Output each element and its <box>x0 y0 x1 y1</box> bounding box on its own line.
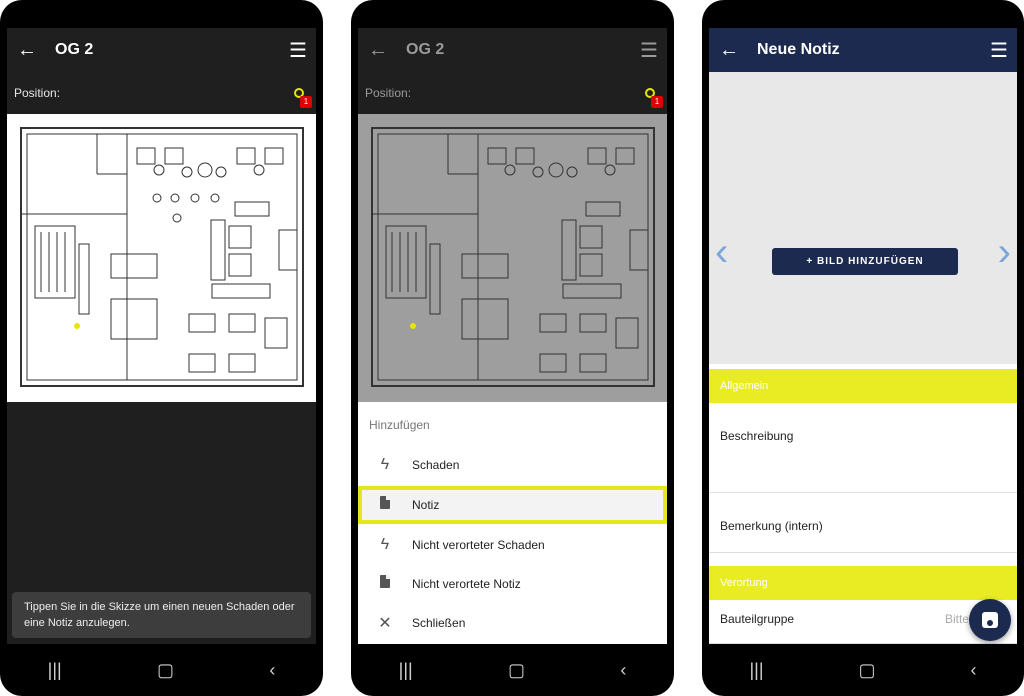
position-marker-icon[interactable]: 1 <box>292 86 312 108</box>
phone-screen-add-menu: ← OG 2 ☰ Position: 1 Hinzufügen ϟ Schade… <box>351 0 674 696</box>
screen-content: ← OG 2 ☰ Position: 1 <box>358 28 667 644</box>
recent-apps-icon[interactable]: ||| <box>48 660 62 681</box>
option-label: Notiz <box>412 498 440 512</box>
sheet-title: Hinzufügen <box>369 418 430 432</box>
position-marker-icon[interactable]: 1 <box>643 86 663 108</box>
position-row: Position: 1 <box>7 72 316 114</box>
app-bar: ← OG 2 ☰ <box>7 28 316 72</box>
save-icon <box>982 612 998 628</box>
section-header-general: Allgemein <box>709 369 1017 403</box>
position-label: Position: <box>365 86 412 100</box>
file-icon <box>358 496 412 514</box>
option-label: Nicht verortete Notiz <box>412 577 521 591</box>
option-label: Nicht verorteter Schaden <box>412 538 545 552</box>
save-fab-button[interactable] <box>969 599 1011 641</box>
home-icon[interactable]: ▢ <box>157 660 174 681</box>
file-icon <box>358 575 412 593</box>
floor-plan-drawing <box>371 127 655 387</box>
page-title: Neue Notiz <box>757 41 840 58</box>
android-nav-bar: ||| ▢ ‹ <box>702 644 1024 696</box>
home-icon[interactable]: ▢ <box>859 660 876 681</box>
field-label: Bauteilgruppe <box>720 612 795 626</box>
android-nav-bar: ||| ▢ ‹ <box>351 644 674 696</box>
position-row: Position: 1 <box>358 72 667 114</box>
bolt-icon: ϟ <box>380 536 390 553</box>
back-nav-icon[interactable]: ‹ <box>620 660 626 681</box>
bolt-icon: ϟ <box>380 456 390 473</box>
phone-screen-new-note: ← Neue Notiz ☰ ‹ + BILD HINZUFÜGEN › All… <box>702 0 1024 696</box>
remark-field[interactable]: Bemerkung (intern) <box>709 493 1017 553</box>
hamburger-menu-icon[interactable]: ☰ <box>631 38 667 63</box>
chevron-right-icon[interactable]: › <box>998 232 1011 272</box>
option-notiz[interactable]: Notiz <box>358 486 667 524</box>
field-label: Bemerkung (intern) <box>720 519 823 533</box>
floor-plan[interactable] <box>7 114 316 402</box>
option-schaden[interactable]: ϟ Schaden <box>358 446 667 484</box>
option-schliessen[interactable]: ✕ Schließen <box>358 604 667 642</box>
description-field[interactable]: Beschreibung <box>709 403 1017 493</box>
back-nav-icon[interactable]: ‹ <box>269 660 275 681</box>
floor-plan-drawing <box>20 127 304 387</box>
recent-apps-icon[interactable]: ||| <box>749 660 763 681</box>
screen-content: ← OG 2 ☰ Position: 1 <box>7 28 316 644</box>
back-arrow-icon[interactable]: ← <box>711 39 747 62</box>
option-nicht-verortete-notiz[interactable]: Nicht verortete Notiz <box>358 565 667 603</box>
close-icon: ✕ <box>378 615 392 632</box>
option-nicht-verorteter-schaden[interactable]: ϟ Nicht verorteter Schaden <box>358 526 667 564</box>
option-label: Schließen <box>412 616 466 630</box>
app-bar: ← OG 2 ☰ <box>358 28 667 72</box>
marker-count-badge: 1 <box>300 96 312 108</box>
phone-screen-floorplan: ← OG 2 ☰ Position: 1 Tippen Sie in die S… <box>0 0 323 696</box>
chevron-left-icon[interactable]: ‹ <box>715 232 728 272</box>
position-label: Position: <box>14 86 61 100</box>
page-title: OG 2 <box>406 41 445 58</box>
hint-toast: Tippen Sie in die Skizze um einen neuen … <box>12 592 311 638</box>
back-nav-icon[interactable]: ‹ <box>971 660 977 681</box>
option-label: Schaden <box>412 458 460 472</box>
marker-count-badge: 1 <box>651 96 663 108</box>
add-image-button[interactable]: + BILD HINZUFÜGEN <box>772 248 958 275</box>
recent-apps-icon[interactable]: ||| <box>399 660 413 681</box>
back-arrow-icon[interactable]: ← <box>360 39 396 62</box>
add-bottom-sheet: Hinzufügen ϟ Schaden Notiz ϟ Nicht veror… <box>358 402 667 644</box>
floor-plan-dimmed <box>358 114 667 402</box>
page-title: OG 2 <box>55 41 94 58</box>
section-header-location: Verortung <box>709 566 1017 600</box>
android-nav-bar: ||| ▢ ‹ <box>0 644 323 696</box>
image-carousel: ‹ + BILD HINZUFÜGEN › <box>709 72 1017 364</box>
app-bar: ← Neue Notiz ☰ <box>709 28 1017 72</box>
screen-content: ← Neue Notiz ☰ ‹ + BILD HINZUFÜGEN › All… <box>709 28 1017 644</box>
back-arrow-icon[interactable]: ← <box>9 39 45 62</box>
hamburger-menu-icon[interactable]: ☰ <box>981 38 1017 63</box>
field-label: Beschreibung <box>720 429 794 443</box>
hamburger-menu-icon[interactable]: ☰ <box>280 38 316 63</box>
home-icon[interactable]: ▢ <box>508 660 525 681</box>
